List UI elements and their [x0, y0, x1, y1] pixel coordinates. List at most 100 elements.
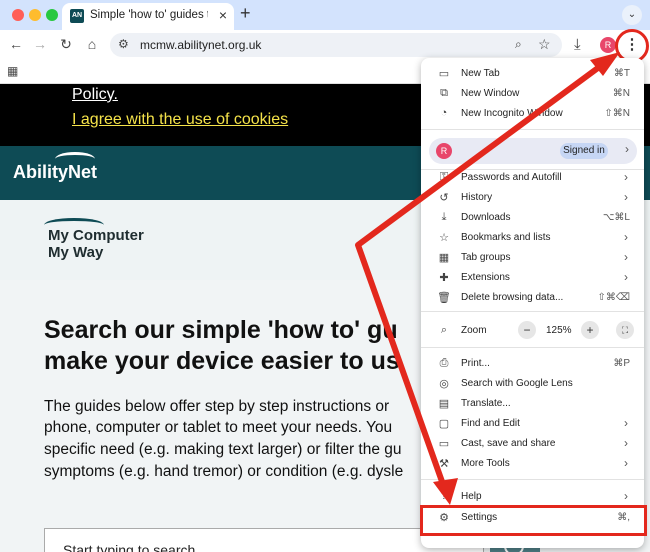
chevron-right-icon: › — [625, 142, 629, 156]
menu-item-label: Zoom — [461, 325, 487, 336]
zoom-level: 125% — [546, 325, 572, 336]
address-bar[interactable]: ⚙ mcmw.abilitynet.org.uk ⌕ ☆ — [110, 33, 562, 57]
menu-item-bookmarks[interactable]: ☆ Bookmarks and lists › — [421, 228, 644, 248]
zoom-icon: ⌕ — [440, 324, 448, 336]
menu-item-history[interactable]: ↺ History › — [421, 188, 644, 208]
mcmw-logo-line1[interactable]: My Computer — [48, 227, 144, 244]
menu-item-label: New Incognito Window — [461, 108, 563, 119]
menu-item-label: Print... — [461, 358, 490, 369]
menu-item-label: Help — [461, 491, 482, 502]
menu-item-google-lens[interactable]: ◎ Search with Google Lens — [421, 374, 644, 394]
menu-item-more-tools[interactable]: ⚒ More Tools › — [421, 454, 644, 474]
menu-separator — [421, 347, 644, 348]
translate-icon: ▤ — [438, 398, 450, 410]
menu-separator — [421, 129, 644, 130]
new-tab-button[interactable]: + — [240, 3, 251, 24]
menu-item-downloads[interactable]: ⤓ Downloads ⌥⌘L — [421, 208, 644, 228]
cast-icon: ▭ — [438, 438, 450, 450]
signed-in-badge: Signed in — [560, 143, 608, 159]
history-icon: ↺ — [439, 192, 449, 204]
menu-item-delete-browsing-data[interactable]: 🗑 Delete browsing data... ⇧⌘⌫ — [421, 288, 644, 308]
menu-profile-row[interactable]: R Signed in › — [429, 138, 637, 164]
menu-item-label: New Window — [461, 88, 520, 99]
tools-icon: ⚒ — [439, 458, 449, 470]
chrome-menu: ▭ New Tab ⌘T ⧉ New Window ⌘N ◔ New Incog… — [421, 58, 644, 548]
menu-separator — [421, 311, 644, 312]
intro-text-line: specific need (e.g. making text larger) … — [44, 441, 402, 458]
arrow-right-icon[interactable]: → — [31, 36, 49, 52]
intro-text-line: The guides below offer step by step inst… — [44, 398, 390, 415]
tab-bar: AN Simple 'how to' guides to mak × + ⌄ — [0, 0, 650, 30]
home-icon[interactable]: ⌂ — [83, 36, 101, 52]
menu-separator — [421, 479, 644, 480]
arrow-left-icon[interactable]: ← — [7, 36, 25, 52]
menu-item-label: Translate... — [461, 398, 511, 409]
star-icon[interactable]: ☆ — [538, 36, 551, 53]
zoom-icon[interactable]: ⌕ — [515, 37, 522, 52]
abilitynet-logo[interactable]: AbilityNet — [13, 162, 97, 183]
url-text: mcmw.abilitynet.org.uk — [140, 38, 262, 52]
menu-item-shortcut: ⌘P — [613, 358, 630, 369]
chevron-right-icon: › — [624, 230, 628, 244]
policy-link[interactable]: Policy. — [72, 86, 118, 104]
search-placeholder: Start typing to search — [63, 542, 196, 552]
menu-item-label: Find and Edit — [461, 418, 520, 429]
fullscreen-icon[interactable]: ⛶ — [616, 321, 634, 339]
guide-search-input[interactable]: Start typing to search — [44, 528, 484, 552]
chevron-right-icon: › — [624, 170, 628, 184]
menu-item-tab-groups[interactable]: ▦ Tab groups › — [421, 248, 644, 268]
chevron-right-icon: › — [624, 250, 628, 264]
menu-item-new-window[interactable]: ⧉ New Window ⌘N — [421, 84, 644, 104]
menu-item-label: Bookmarks and lists — [461, 232, 551, 243]
abilitynet-favicon-icon: AN — [70, 9, 84, 23]
new-tab-icon: ▭ — [438, 68, 450, 80]
tab-search-icon[interactable]: ⌄ — [622, 5, 642, 25]
menu-item-label: Cast, save and share — [461, 438, 556, 449]
menu-item-label: More Tools — [461, 458, 510, 469]
profile-avatar[interactable]: R — [600, 37, 616, 53]
menu-item-print[interactable]: ⎙ Print... ⌘P — [421, 354, 644, 374]
minimize-window-button[interactable] — [29, 9, 41, 21]
zoom-out-button[interactable]: − — [518, 321, 536, 339]
zoom-in-button[interactable]: + — [581, 321, 599, 339]
menu-item-incognito[interactable]: ◔ New Incognito Window ⇧⌘N — [421, 104, 644, 124]
chevron-right-icon: › — [624, 416, 628, 430]
menu-item-cast-save-share[interactable]: ▭ Cast, save and share › — [421, 434, 644, 454]
tune-icon[interactable]: ⚙ — [118, 37, 129, 51]
menu-item-label: Tab groups — [461, 252, 511, 263]
close-window-button[interactable] — [12, 9, 24, 21]
close-tab-icon[interactable]: × — [219, 7, 227, 23]
settings-highlight — [420, 505, 647, 536]
new-window-icon: ⧉ — [440, 87, 448, 99]
tab-groups-icon: ▦ — [438, 252, 450, 264]
menu-item-new-tab[interactable]: ▭ New Tab ⌘T — [421, 64, 644, 84]
menu-item-translate[interactable]: ▤ Translate... — [421, 394, 644, 414]
incognito-icon: ◔ — [440, 107, 448, 119]
menu-item-passwords[interactable]: ⚿ Passwords and Autofill › — [421, 168, 644, 188]
download-icon[interactable]: ⤓ — [574, 36, 581, 53]
puzzle-icon: ✚ — [439, 272, 449, 284]
menu-item-shortcut: ⇧⌘N — [604, 108, 630, 119]
chevron-right-icon: › — [624, 489, 628, 503]
tab-title: Simple 'how to' guides to mak — [90, 9, 208, 21]
profile-avatar: R — [436, 143, 452, 159]
menu-item-extensions[interactable]: ✚ Extensions › — [421, 268, 644, 288]
menu-item-find-edit[interactable]: ▢ Find and Edit › — [421, 414, 644, 434]
active-tab[interactable]: AN Simple 'how to' guides to mak × — [62, 3, 234, 30]
menu-item-help[interactable]: ? Help › — [421, 487, 644, 507]
help-icon: ? — [440, 490, 448, 502]
zoom-window-button[interactable] — [46, 9, 58, 21]
mcmw-logo-line2[interactable]: My Way — [48, 244, 103, 261]
menu-item-shortcut: ⌘N — [612, 88, 630, 99]
menu-item-label: Extensions — [461, 272, 510, 283]
accept-cookies-link[interactable]: I agree with the use of cookies — [72, 111, 288, 129]
key-icon: ⚿ — [439, 171, 449, 183]
trash-icon: 🗑 — [437, 292, 451, 304]
menu-item-label: Search with Google Lens — [461, 378, 573, 389]
apps-grid-icon[interactable]: ▦ — [7, 64, 18, 78]
reload-icon[interactable]: ↻ — [57, 36, 75, 53]
menu-item-label: Passwords and Autofill — [461, 172, 562, 183]
chevron-right-icon: › — [624, 436, 628, 450]
intro-text-line: phone, computer or tablet to meet your n… — [44, 419, 393, 436]
menu-item-label: Downloads — [461, 212, 511, 223]
